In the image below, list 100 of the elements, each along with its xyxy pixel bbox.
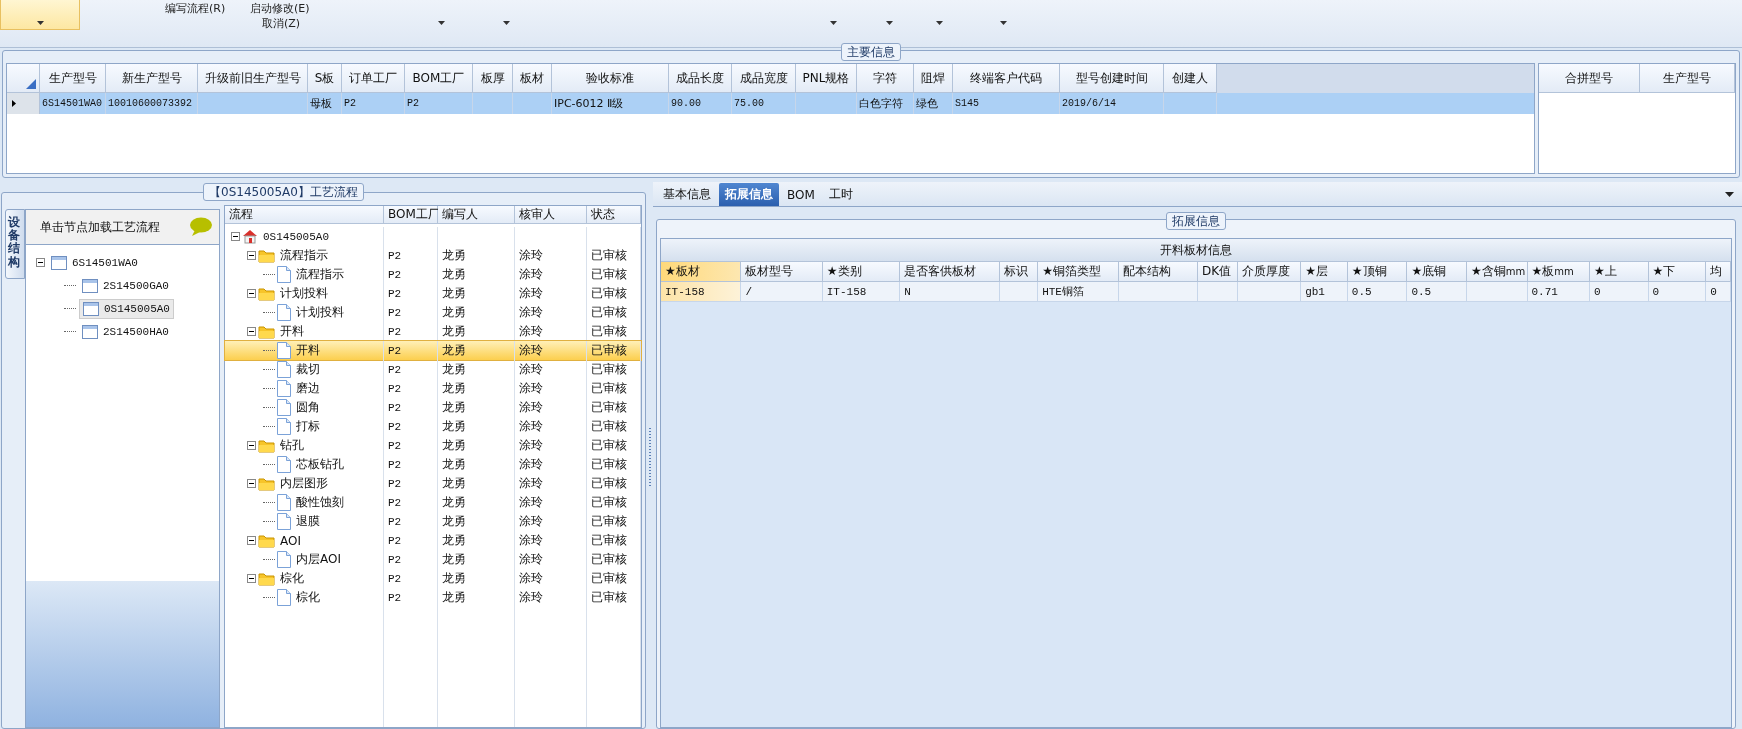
caret-icon[interactable]	[830, 21, 837, 25]
caret-icon[interactable]	[936, 21, 943, 25]
toolbar-item[interactable]: 编写流程(R)	[165, 1, 226, 16]
column-header[interactable]: ★层	[1301, 262, 1348, 282]
caret-icon[interactable]	[438, 21, 445, 25]
column-header[interactable]: 生产型号	[1640, 64, 1735, 93]
tree-row[interactable]: 裁切 P2 龙勇 涂玲 已审核	[225, 360, 641, 379]
column-header[interactable]: 合拼型号	[1539, 64, 1640, 93]
column-header[interactable]: ★类别	[822, 262, 901, 282]
tree-row[interactable]: 0S145005A0	[225, 227, 641, 246]
table-row[interactable]: 6S14501WA0 10010600073392 母板 P2 P2 IPC-6012 Ⅱ级 90.00 75.00 白色字符 绿色 S145 2019/6/14	[7, 93, 1534, 114]
tab[interactable]: 拓展信息	[719, 183, 779, 206]
toolbar-item[interactable]: 启动修改(E)	[250, 1, 310, 16]
collapse-icon[interactable]	[247, 251, 256, 260]
house-icon	[242, 229, 258, 244]
column-header[interactable]: PNL规格	[796, 64, 857, 93]
collapse-icon[interactable]	[231, 232, 240, 241]
tree-row[interactable]: 计划投料 P2 龙勇 涂玲 已审核	[225, 303, 641, 322]
column-header[interactable]: ★下	[1648, 262, 1707, 282]
column-header[interactable]: 板材	[513, 64, 552, 93]
column-header[interactable]: 字符	[857, 64, 914, 93]
table-cell: 已审核	[591, 494, 627, 511]
table-cell: P2	[388, 363, 402, 376]
side-tab[interactable]: 设备结构	[5, 209, 25, 279]
column-header[interactable]: 新生产型号	[106, 64, 198, 93]
column-header[interactable]: 标识	[1000, 262, 1039, 282]
column-header[interactable]: 是否客供板材	[900, 262, 1001, 282]
caret-icon[interactable]	[886, 21, 893, 25]
tree-row[interactable]: 棕化 P2 龙勇 涂玲 已审核	[225, 569, 641, 588]
column-header[interactable]: 订单工厂	[342, 64, 405, 93]
table-cell: 龙勇	[442, 475, 466, 492]
column-header[interactable]: 核审人	[515, 206, 587, 224]
column-header[interactable]: 生产型号	[40, 64, 106, 93]
column-header[interactable]: 配本结构	[1118, 262, 1198, 282]
tab[interactable]: 工时	[822, 183, 859, 206]
caret-icon[interactable]	[1000, 21, 1007, 25]
tree-row[interactable]: 酸性蚀刻 P2 龙勇 涂玲 已审核	[225, 493, 641, 512]
tree-row[interactable]: 芯板钻孔 P2 龙勇 涂玲 已审核	[225, 455, 641, 474]
collapse-icon[interactable]	[247, 574, 256, 583]
column-header[interactable]: 流程	[225, 206, 384, 224]
column-header[interactable]: ★顶铜	[1347, 262, 1408, 282]
column-header[interactable]: 终端客户代码	[953, 64, 1060, 93]
column-header[interactable]: 成品长度	[669, 64, 732, 93]
tree-row[interactable]: 流程指示 P2 龙勇 涂玲 已审核	[225, 246, 641, 265]
tree-row[interactable]: AOI P2 龙勇 涂玲 已审核	[225, 531, 641, 550]
tree-row[interactable]: 计划投料 P2 龙勇 涂玲 已审核	[225, 284, 641, 303]
collapse-icon[interactable]	[247, 289, 256, 298]
tree-row[interactable]: 流程指示 P2 龙勇 涂玲 已审核	[225, 265, 641, 284]
folder-icon	[258, 571, 275, 586]
caret-icon[interactable]	[503, 21, 510, 25]
table-cell: P2	[388, 458, 402, 471]
table-cell: 已审核	[591, 323, 627, 340]
collapse-icon[interactable]	[247, 441, 256, 450]
collapse-icon[interactable]	[247, 479, 256, 488]
window-icon	[50, 255, 67, 270]
column-header[interactable]: 均	[1706, 262, 1731, 282]
table-cell: 涂玲	[519, 342, 543, 359]
column-header[interactable]: 编写人	[438, 206, 515, 224]
tree-row[interactable]: 内层AOI P2 龙勇 涂玲 已审核	[225, 550, 641, 569]
tree-item[interactable]: 6S14501WA0	[47, 253, 141, 272]
column-header[interactable]: 升级前旧生产型号	[198, 64, 308, 93]
tree-row[interactable]: 棕化 P2 龙勇 涂玲 已审核	[225, 588, 641, 607]
tree-row[interactable]: 退膜 P2 龙勇 涂玲 已审核	[225, 512, 641, 531]
tree-item[interactable]: 2S14500HA0	[78, 322, 172, 341]
tree-row[interactable]: 内层图形 P2 龙勇 涂玲 已审核	[225, 474, 641, 493]
column-header[interactable]: ★上	[1590, 262, 1649, 282]
column-header[interactable]: 验收标准	[552, 64, 669, 93]
column-header[interactable]: 板厚	[473, 64, 513, 93]
column-header[interactable]: 板材型号	[741, 262, 823, 282]
tree-row[interactable]: 钻孔 P2 龙勇 涂玲 已审核	[225, 436, 641, 455]
column-header[interactable]: 型号创建时间	[1060, 64, 1164, 93]
toolbar-item[interactable]: 取消(Z)	[262, 16, 301, 31]
tree-row[interactable]: 磨边 P2 龙勇 涂玲 已审核	[225, 379, 641, 398]
collapse-icon[interactable]	[35, 258, 45, 267]
tree-item[interactable]: 0S145005A0	[78, 298, 174, 319]
collapse-icon[interactable]	[247, 536, 256, 545]
table-cell: 涂玲	[519, 551, 543, 568]
column-header[interactable]: DK值	[1197, 262, 1238, 282]
tree-row[interactable]: 圆角 P2 龙勇 涂玲 已审核	[225, 398, 641, 417]
tab[interactable]: 基本信息	[657, 183, 717, 206]
document-icon	[277, 513, 291, 530]
column-header[interactable]: ★铜箔类型	[1038, 262, 1119, 282]
dropdown-caret-icon[interactable]	[1725, 192, 1734, 197]
column-header[interactable]: S板	[308, 64, 342, 93]
table-cell: P2	[388, 496, 402, 509]
tree-row[interactable]: 打标 P2 龙勇 涂玲 已审核	[225, 417, 641, 436]
column-header[interactable]: 创建人	[1164, 64, 1217, 93]
column-header[interactable]: 状态	[587, 206, 641, 224]
table-cell: 涂玲	[519, 285, 543, 302]
column-header[interactable]: 阻焊	[914, 64, 953, 93]
table-cell: 0	[1706, 282, 1731, 302]
column-header[interactable]: BOM工厂	[405, 64, 473, 93]
tree-row[interactable]: 开料 P2 龙勇 涂玲 已审核	[225, 341, 641, 360]
column-header[interactable]: 介质厚度	[1237, 262, 1302, 282]
column-header[interactable]: ★板材	[661, 262, 742, 282]
tree-item[interactable]: 2S14500GA0	[78, 276, 172, 295]
column-header[interactable]: ★底铜	[1407, 262, 1467, 282]
tab[interactable]: BOM	[781, 183, 821, 206]
column-header[interactable]: 成品宽度	[732, 64, 796, 93]
collapse-icon[interactable]	[247, 327, 256, 336]
